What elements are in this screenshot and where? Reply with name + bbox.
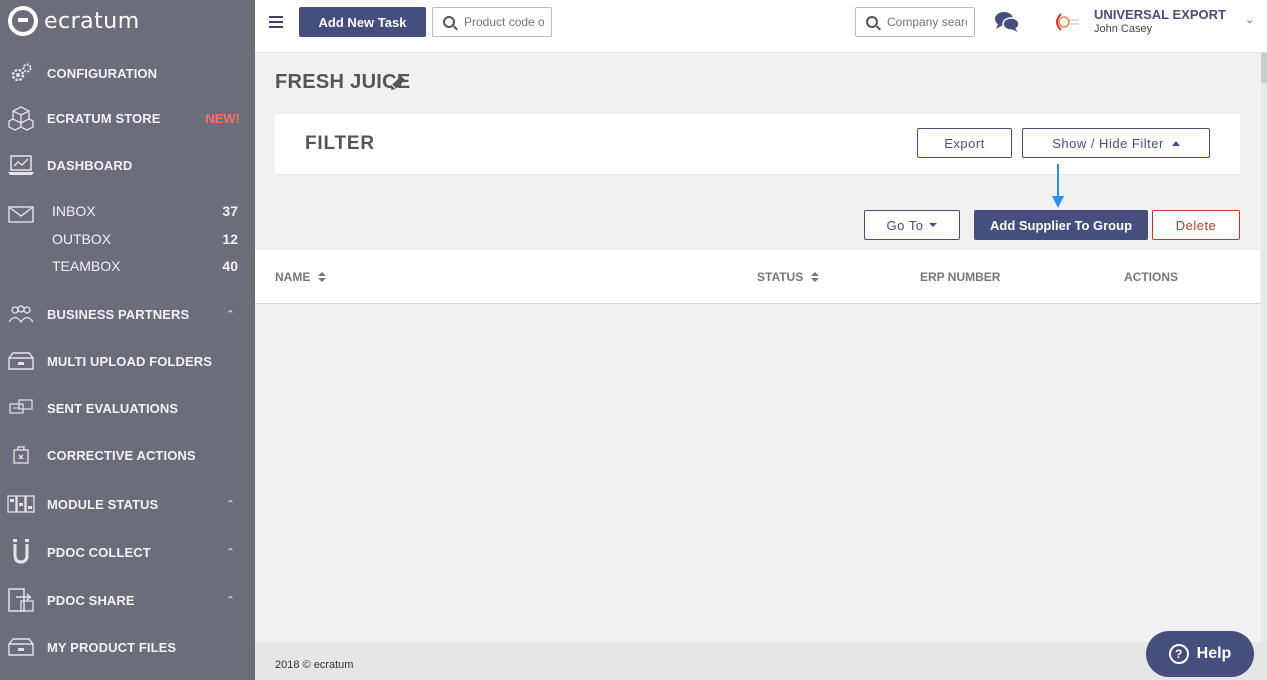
sidebar-item-business-partners[interactable]: BUSINESS PARTNERS ⌃ [0,299,255,329]
column-label: NAME [275,270,311,284]
go-to-button[interactable]: Go To [864,210,960,240]
user-name[interactable]: John Casey [1094,23,1152,35]
sidebar-item-inbox[interactable]: INBOX 37 [52,200,238,222]
sort-icon[interactable] [811,272,820,282]
table-header: NAME STATUS ERP NUMBER ACTIONS [255,250,1260,304]
column-header-actions: ACTIONS [1124,270,1178,284]
sidebar-item-pdoc-share[interactable]: PDOC SHARE ⌃ [0,585,255,615]
inbox-label: INBOX [52,203,96,219]
company-search-field[interactable] [855,7,975,37]
column-label: ERP NUMBER [920,270,1001,284]
chat-icon[interactable] [994,11,1020,33]
search-icon [443,16,455,28]
search-icon [866,16,878,28]
sidebar-item-dashboard[interactable]: DASHBOARD [0,150,255,180]
evaluation-icon [7,396,35,420]
copyright-text: 2018 © ecratum [275,659,354,671]
new-badge: NEW! [205,110,240,126]
share-icon [7,588,35,612]
sidebar-item-label: MODULE STATUS [47,496,159,512]
sidebar-item-corrective-actions[interactable]: CORRECTIVE ACTIONS [0,440,255,470]
question-icon: ? [1168,644,1189,664]
laptop-chart-icon [7,153,35,177]
pencil-edit-icon[interactable] [389,74,407,92]
chevron-up-icon[interactable]: ⌃ [226,498,235,511]
footer: 2018 © ecratum [255,642,1267,680]
column-header-erp-number: ERP NUMBER [920,270,1000,284]
help-label: Help [1196,645,1232,662]
chevron-up-icon[interactable]: ⌃ [226,308,235,321]
add-supplier-to-group-button[interactable]: Add Supplier To Group [974,210,1148,240]
export-button[interactable]: Export [917,128,1012,158]
sidebar-item-teambox[interactable]: TEAMBOX 40 [52,255,238,277]
sidebar-item-label: PDOC COLLECT [47,544,151,560]
export-label: Export [944,135,985,151]
company-logo-icon [1049,10,1081,34]
chevron-down-icon[interactable]: ⌄ [1245,13,1254,26]
sidebar-item-outbox[interactable]: OUTBOX 12 [52,228,238,250]
filter-panel: FILTER Export Show / Hide Filter [275,114,1240,175]
inbox-count: 37 [222,203,238,219]
outbox-count: 12 [222,231,238,247]
column-header-name[interactable]: NAME [275,270,327,284]
add-new-task-button[interactable]: Add New Task [299,7,426,37]
teambox-label: TEAMBOX [52,258,121,274]
caret-down-icon [929,223,938,227]
sort-icon[interactable] [318,272,327,282]
module-grid-icon [7,492,35,516]
chevron-up-icon[interactable]: ⌃ [226,546,235,559]
caret-up-icon [1171,140,1180,146]
product-search-field[interactable] [432,7,552,37]
sidebar: ecratum CONFIGURATION ECRATUM STORE NEW!… [0,0,255,680]
sidebar-item-sent-evaluations[interactable]: SENT EVALUATIONS [0,393,255,423]
teambox-count: 40 [222,258,238,274]
logo-text: ecratum [44,8,140,34]
ecratum-logo-icon [8,6,38,36]
chevron-up-icon[interactable]: ⌃ [226,594,235,607]
magnet-icon [7,539,35,564]
company-search-input[interactable] [887,15,967,29]
sidebar-item-ecratum-store[interactable]: ECRATUM STORE NEW! [0,103,255,133]
envelope-icon [7,202,35,226]
sidebar-item-multi-upload-folders[interactable]: MULTI UPLOAD FOLDERS [0,346,255,376]
sidebar-item-my-product-files[interactable]: MY PRODUCT FILES [0,632,255,662]
sidebar-item-configuration[interactable]: CONFIGURATION [0,58,255,88]
sidebar-item-label: CORRECTIVE ACTIONS [47,447,196,463]
show-hide-label: Show / Hide Filter [1052,135,1164,151]
sidebar-item-label: SENT EVALUATIONS [47,400,179,416]
corrective-box-icon [7,443,35,467]
folder-upload-icon [7,349,35,373]
column-label: ACTIONS [1124,270,1178,284]
sidebar-item-label: DASHBOARD [47,157,133,173]
top-bar: Add New Task UNIVERSAL EXPORT John Casey… [255,0,1267,53]
ecratum-logo[interactable]: ecratum [8,6,140,36]
gears-icon [7,61,35,85]
sidebar-item-label: BUSINESS PARTNERS [47,306,190,322]
sidebar-item-pdoc-collect[interactable]: PDOC COLLECT ⌃ [0,537,255,567]
scrollbar[interactable] [1261,53,1267,680]
arrow-down-icon [1049,164,1067,210]
column-label: STATUS [757,270,804,284]
show-hide-filter-button[interactable]: Show / Hide Filter [1022,128,1210,158]
delete-button[interactable]: Delete [1152,210,1240,240]
column-header-status[interactable]: STATUS [757,270,820,284]
scrollbar-thumb[interactable] [1261,53,1267,83]
sidebar-item-label: MY PRODUCT FILES [47,639,177,655]
product-files-icon [7,635,35,659]
delete-label: Delete [1175,217,1217,233]
company-name[interactable]: UNIVERSAL EXPORT [1094,7,1226,22]
product-search-input[interactable] [464,15,544,29]
sidebar-item-label: PDOC SHARE [47,592,135,608]
help-button[interactable]: ? Help [1146,631,1254,677]
go-to-label: Go To [886,217,924,233]
sidebar-item-label: CONFIGURATION [47,65,158,81]
cubes-icon [7,106,35,131]
people-icon [7,302,35,326]
outbox-label: OUTBOX [52,231,112,247]
sidebar-item-label: MULTI UPLOAD FOLDERS [47,353,212,369]
filter-title: FILTER [305,133,375,154]
menu-toggle-icon[interactable] [269,16,283,28]
sidebar-item-module-status[interactable]: MODULE STATUS ⌃ [0,489,255,519]
sidebar-item-label: ECRATUM STORE [47,110,161,126]
